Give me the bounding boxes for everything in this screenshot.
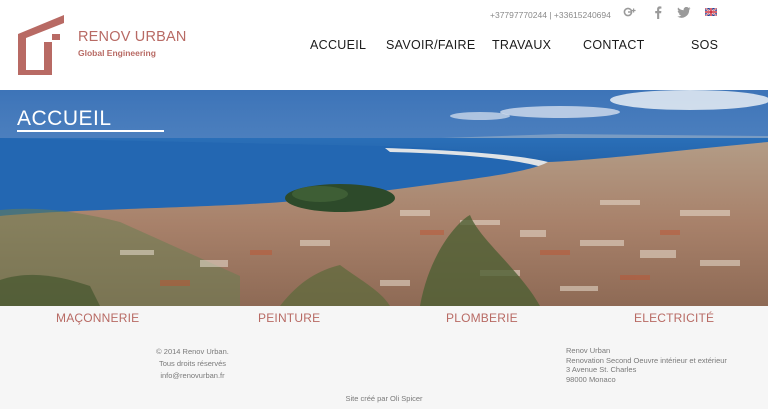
company-name: Renov Urban <box>566 346 611 355</box>
footer-address-block: Renov Urban Renovation Second Oeuvre int… <box>566 346 766 384</box>
service-plomberie[interactable]: PLOMBERIE <box>446 311 518 325</box>
footer-email-link[interactable]: info@renovurban.fr <box>120 370 265 382</box>
company-description: Renovation Second Oeuvre intérieur et ex… <box>566 355 727 365</box>
service-maconnerie[interactable]: MAÇONNERIE <box>56 311 139 325</box>
rights-text: Tous droits réservés <box>158 359 227 368</box>
service-peinture[interactable]: PEINTURE <box>258 311 320 325</box>
address-street: 3 Avenue St. Charles <box>566 365 637 374</box>
copyright-text: © 2014 Renov Urban. <box>156 347 229 356</box>
twitter-icon[interactable] <box>676 5 692 19</box>
nav-item-travaux[interactable]: TRAVAUX <box>492 38 551 52</box>
nav-item-accueil[interactable]: ACCUEIL <box>310 38 366 52</box>
main-nav: ACCUEIL SAVOIR/FAIRE TRAVAUX CONTACT SOS <box>0 38 768 54</box>
city-panorama-image <box>0 90 768 306</box>
hero-title: ACCUEIL <box>17 107 112 130</box>
uk-flag-icon[interactable] <box>703 5 719 19</box>
hero-banner: ACCUEIL <box>0 90 768 306</box>
facebook-icon[interactable] <box>650 5 666 19</box>
services-bar: MAÇONNERIE PEINTURE PLOMBERIE ELECTRICIT… <box>0 306 768 336</box>
nav-item-savoir-faire[interactable]: SAVOIR/FAIRE <box>386 38 476 52</box>
service-electricite[interactable]: ELECTRICITÉ <box>634 311 714 325</box>
hero-title-underline <box>17 130 164 132</box>
site-header: RENOV URBAN Global Engineering +37797770… <box>0 0 768 90</box>
nav-item-contact[interactable]: CONTACT <box>583 38 645 52</box>
address-city: 98000 Monaco <box>566 374 616 384</box>
phone-numbers: +37797770244 | +33615240694 <box>490 10 611 20</box>
nav-item-sos[interactable]: SOS <box>691 38 718 52</box>
google-plus-icon[interactable] <box>622 5 638 19</box>
footer-copyright-block: © 2014 Renov Urban. Tous droits réservés… <box>120 346 265 382</box>
site-credit-link[interactable]: Site créé par Oli Spicer <box>0 394 768 403</box>
site-footer: © 2014 Renov Urban. Tous droits réservés… <box>0 336 768 409</box>
